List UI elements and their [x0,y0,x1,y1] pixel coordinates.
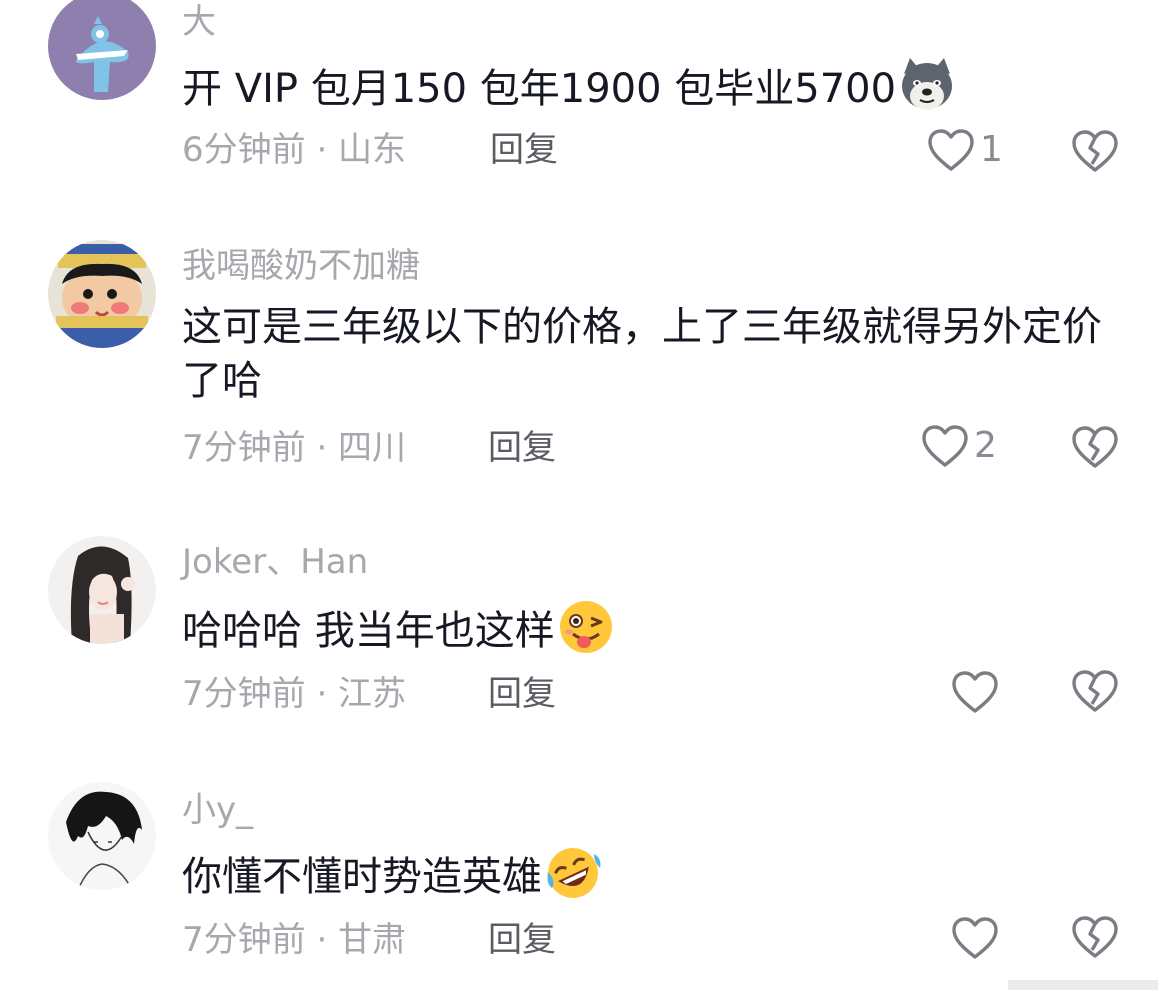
comment-item: Joker、Han 哈哈哈 我当年也这样 7分钟前 · 江苏 回复 [0,534,1170,734]
like-button[interactable]: 2 [920,420,997,472]
comment-meta: 6分钟前 · 山东 [182,130,407,170]
comment-meta: 7分钟前 · 四川 [182,428,407,468]
like-button[interactable]: 1 [926,124,1003,176]
reply-button[interactable]: 回复 [488,674,556,714]
avatar[interactable] [48,536,156,644]
comment-text-content: 你懂不懂时势造英雄 [182,854,542,900]
avatar[interactable] [48,782,156,890]
avatar[interactable] [48,0,156,100]
username[interactable]: 小y_ [182,790,253,830]
username[interactable]: Joker、Han [182,542,368,582]
broken-heart-icon[interactable] [1070,666,1120,716]
avatar[interactable] [48,240,156,348]
heart-outline-icon [952,671,998,713]
heart-outline-icon [928,129,974,171]
username[interactable]: 我喝酸奶不加糖 [182,246,420,286]
comment-text: 这可是三年级以下的价格，上了三年级就得另外定价了哈 [182,304,1102,404]
comment-meta: 7分钟前 · 江苏 [182,674,407,714]
like-button[interactable] [950,666,1004,718]
comment-text: 哈哈哈 我当年也这样 [182,598,1102,658]
like-count: 1 [980,129,1003,170]
heart-outline-icon [952,917,998,959]
like-count: 2 [974,425,997,466]
reply-button[interactable]: 回复 [488,920,556,960]
broken-heart-icon[interactable] [1070,912,1120,962]
broken-heart-icon[interactable] [1070,422,1120,472]
comment-text: 开 VIP 包月150 包年1900 包毕业5700 [182,56,1102,116]
heart-outline-icon [922,425,968,467]
comment-text: 你懂不懂时势造英雄 [182,844,1102,904]
comment-meta: 7分钟前 · 甘肃 [182,920,407,960]
broken-heart-icon[interactable] [1070,126,1120,176]
username[interactable]: 大 [182,2,216,42]
comment-text-content: 开 VIP 包月150 包年1900 包毕业5700 [182,66,897,112]
like-button[interactable] [950,912,1004,964]
reply-button[interactable]: 回复 [490,130,558,170]
reply-button[interactable]: 回复 [488,428,556,468]
watermark-icon [1008,980,1158,990]
comment-text-content: 哈哈哈 我当年也这样 [182,608,555,654]
comment-item: 我喝酸奶不加糖 这可是三年级以下的价格，上了三年级就得另外定价了哈 7分钟前 ·… [0,236,1170,496]
wink-tongue-emoji-icon [559,601,612,653]
comment-item: 小y_ 你懂不懂时势造英雄 7分钟前 · 甘肃 回复 [0,780,1170,1006]
comment-item: 大 开 VIP 包月150 包年1900 包毕业5700 6分钟前 · 山东 回… [0,0,1170,200]
rofl-emoji-icon [547,848,601,898]
dog-emoji-icon [902,58,953,110]
